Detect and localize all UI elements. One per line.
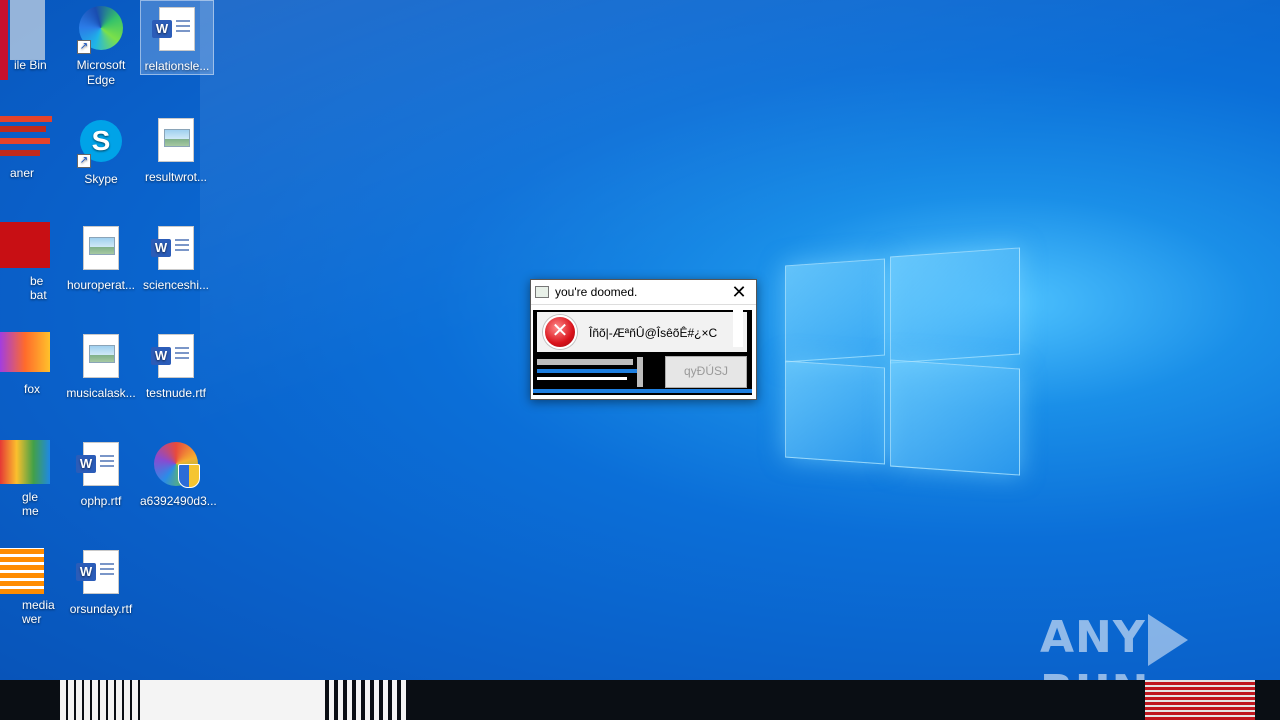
dialog-title: you're doomed.: [555, 285, 638, 299]
desktop-icon-orsunday[interactable]: W orsunday.rtf: [65, 544, 137, 617]
icon-label: orsunday.rtf: [69, 602, 133, 616]
error-dialog[interactable]: you're doomed. ✕ ✕ Îñõ|-ÆªñÛ@ÎsêõÊ#¿×C q…: [530, 279, 757, 400]
skype-icon: S ↗: [77, 120, 125, 168]
icon-label: Microsoft Edge: [76, 58, 126, 87]
image-file-icon: [152, 118, 200, 166]
watermark-left: ANY: [1040, 612, 1146, 663]
glitched-label: ile Bin: [14, 58, 47, 72]
icon-label: musicalask...: [66, 386, 136, 400]
icon-label: a6392490d3...: [140, 494, 217, 508]
desktop-icon-ophp[interactable]: W ophp.rtf: [65, 436, 137, 509]
app-icon: [535, 286, 549, 298]
glitched-label: aner: [10, 166, 35, 180]
edge-icon: ↗: [77, 6, 125, 54]
word-doc-icon: W: [76, 442, 125, 490]
word-doc-icon: W: [152, 7, 201, 55]
desktop-icon-musicalask[interactable]: musicalask...: [65, 328, 137, 401]
taskbar-glitch-block: [140, 680, 320, 720]
word-doc-icon: W: [151, 334, 200, 382]
desktop-icon-houroperat[interactable]: houroperat...: [65, 220, 137, 293]
image-file-icon: [77, 334, 125, 382]
word-doc-icon: W: [76, 550, 125, 598]
icon-label: relationsle...: [144, 59, 210, 73]
desktop-icon-scienceshi[interactable]: W scienceshi...: [140, 220, 212, 293]
desktop-icon-relationsle[interactable]: W relationsle...: [140, 0, 214, 75]
taskbar[interactable]: [0, 680, 1280, 720]
icon-label: scienceshi...: [142, 278, 210, 292]
desktop-icon-skype[interactable]: S ↗ Skype: [65, 112, 137, 187]
installer-icon: [152, 442, 200, 490]
glitched-label: gle me: [22, 490, 39, 518]
icon-label: Skype: [84, 172, 118, 186]
dialog-button[interactable]: qyÐÚSJ: [665, 356, 747, 388]
windows-logo-wallpaper: [785, 240, 1020, 480]
image-file-icon: [77, 226, 125, 274]
error-icon: ✕: [543, 315, 577, 349]
play-icon: [1147, 614, 1188, 666]
icon-label: testnude.rtf: [145, 386, 207, 400]
dialog-message: Îñõ|-ÆªñÛ@ÎsêõÊ#¿×C: [589, 326, 718, 340]
glitched-firefox-icon[interactable]: [0, 328, 60, 408]
desktop-icon-resultwrot[interactable]: resultwrot...: [140, 112, 212, 185]
close-icon[interactable]: ✕: [728, 282, 750, 302]
icon-label: houroperat...: [66, 278, 136, 292]
glitched-label: fox: [24, 382, 41, 396]
taskbar-glitch-block: [320, 680, 410, 720]
icon-label: ophp.rtf: [80, 494, 122, 508]
taskbar-glitch-block: [60, 680, 140, 720]
desktop-icon-installer[interactable]: a6392490d3...: [140, 436, 217, 509]
glitched-label: media wer: [22, 598, 55, 626]
dialog-body: ✕ Îñõ|-ÆªñÛ@ÎsêõÊ#¿×C qyÐÚSJ: [533, 307, 752, 395]
dialog-titlebar[interactable]: you're doomed. ✕: [531, 280, 756, 305]
taskbar-error-icon[interactable]: [1145, 680, 1255, 720]
icon-label: resultwrot...: [144, 170, 207, 184]
word-doc-icon: W: [151, 226, 200, 274]
glitched-label: be bat: [30, 274, 47, 302]
desktop-icon-testnude[interactable]: W testnude.rtf: [140, 328, 212, 401]
glitched-ccleaner-icon[interactable]: [0, 112, 60, 192]
desktop-icon-edge[interactable]: ↗ Microsoft Edge: [65, 0, 137, 88]
